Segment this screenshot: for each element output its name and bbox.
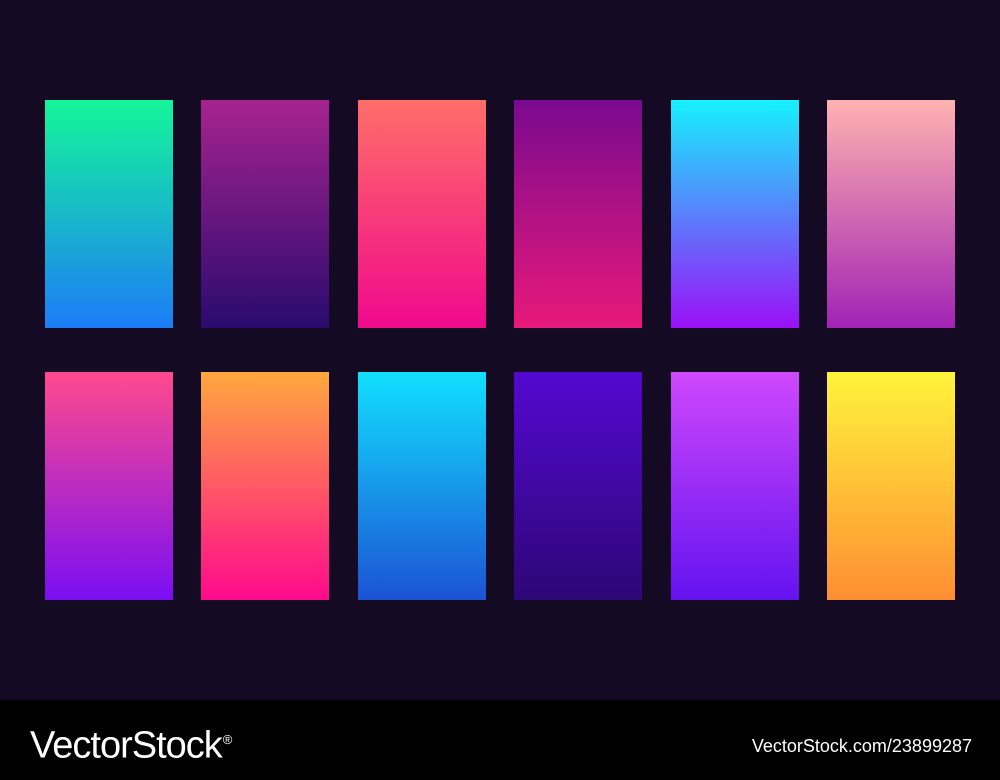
gradient-swatch — [201, 100, 330, 328]
gradient-swatch — [826, 100, 955, 328]
brand-name: VectorStock — [30, 724, 223, 767]
watermark-footer: VectorStock® VectorStock.com/23899287 — [0, 700, 1000, 780]
image-id-label: VectorStock.com/23899287 — [751, 736, 972, 756]
gradient-swatch — [357, 100, 486, 328]
vectorstock-logo: VectorStock® — [30, 720, 232, 766]
gradient-swatch — [357, 372, 486, 600]
swatch-grid — [45, 100, 955, 600]
gradient-swatch — [514, 100, 643, 328]
gradient-swatch — [514, 372, 643, 600]
gradient-swatch — [45, 100, 173, 328]
gradient-swatch-canvas: VectorStock® VectorStock.com/23899287 — [0, 0, 1000, 780]
registered-mark: ® — [222, 732, 233, 747]
gradient-swatch — [45, 372, 173, 600]
gradient-swatch — [201, 372, 330, 600]
gradient-swatch — [670, 372, 799, 600]
gradient-swatch — [826, 372, 955, 600]
gradient-swatch — [670, 100, 799, 328]
